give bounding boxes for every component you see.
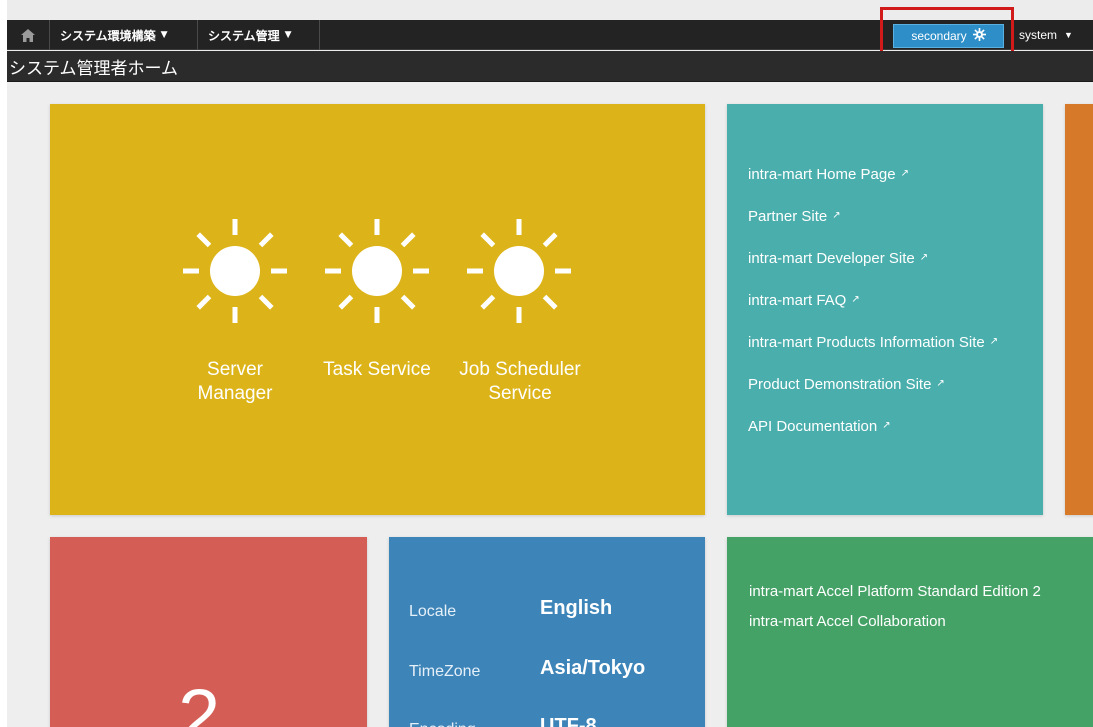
product-item: intra-mart Accel Platform Standard Editi…: [749, 583, 1041, 600]
caret-down-icon: ▼: [160, 30, 168, 40]
products-tile: intra-mart Accel Platform Standard Editi…: [727, 537, 1093, 727]
services-tile: Server Manager Task Service Job Schedule…: [50, 104, 705, 515]
menu-system-admin[interactable]: システム管理 ▼: [198, 20, 292, 50]
service-task-service[interactable]: Task Service: [307, 216, 447, 382]
locale-key: Locale: [409, 603, 457, 620]
service-label: Task Service: [323, 359, 431, 380]
link-developer-site[interactable]: intra-mart Developer Site ↗: [748, 248, 1018, 269]
timezone-value: Asia/Tokyo: [540, 657, 646, 679]
link-label: Partner Site: [748, 208, 828, 225]
link-home-page[interactable]: intra-mart Home Page ↗: [748, 164, 1018, 185]
orange-tile[interactable]: [1065, 104, 1093, 515]
external-link-icon: ↗: [851, 294, 860, 305]
external-link-icon: ↗: [882, 420, 891, 431]
product-item: intra-mart Accel Collaboration: [749, 613, 946, 630]
locale-row: Locale English: [409, 597, 699, 627]
external-link-icon: ↗: [832, 210, 841, 221]
external-link-icon: ↗: [919, 252, 929, 263]
link-label: intra-mart Home Page: [748, 166, 896, 183]
links-tile: intra-mart Home Page ↗ Partner Site ↗ intr…: [727, 104, 1043, 515]
link-partner-site[interactable]: Partner Site ↗: [748, 206, 1018, 227]
highlight-box: [880, 7, 1014, 55]
external-link-icon: ↗: [900, 168, 909, 179]
service-server-manager[interactable]: Server Manager: [165, 216, 305, 406]
count-value: 2: [178, 674, 221, 727]
app-frame: システム環境構築 ▼ システム管理 ▼ secondary system ▼ シ…: [7, 0, 1093, 727]
menu-divider: [319, 20, 320, 50]
link-label: intra-mart Products Information Site: [748, 334, 985, 351]
sun-icon: [467, 219, 571, 323]
service-label: Job Scheduler Service: [459, 359, 581, 404]
external-link-icon: ↗: [936, 378, 945, 389]
user-menu[interactable]: system ▼: [1019, 20, 1073, 50]
encoding-key: Encoding: [409, 721, 476, 727]
home-icon[interactable]: [7, 20, 49, 50]
encoding-value: UTF-8: [540, 715, 597, 727]
locale-value: English: [540, 597, 613, 619]
page-title: システム管理者ホーム: [7, 51, 1093, 82]
timezone-row: TimeZone Asia/Tokyo: [409, 657, 699, 687]
link-label: intra-mart Developer Site: [748, 250, 915, 267]
link-label: Product Demonstration Site: [748, 376, 932, 393]
link-products-info[interactable]: intra-mart Products Information Site ↗: [748, 332, 1018, 353]
menu-label: システム管理: [208, 28, 280, 43]
sun-icon: [325, 219, 429, 323]
menu-label: システム環境構築: [60, 28, 156, 43]
link-faq[interactable]: intra-mart FAQ ↗: [748, 290, 1018, 311]
menu-system-environment[interactable]: システム環境構築 ▼: [50, 20, 168, 50]
link-label: API Documentation: [748, 418, 878, 435]
service-job-scheduler[interactable]: Job Scheduler Service: [449, 216, 589, 406]
service-label: Server Manager: [197, 359, 273, 404]
timezone-key: TimeZone: [409, 663, 481, 680]
portal-content: Server Manager Task Service Job Schedule…: [7, 82, 1093, 727]
external-link-icon: ↗: [989, 336, 999, 347]
link-label: intra-mart FAQ: [748, 292, 847, 309]
sun-icon: [183, 219, 287, 323]
link-product-demo[interactable]: Product Demonstration Site ↗: [748, 374, 1018, 395]
locale-tile: Locale English TimeZone Asia/Tokyo Encod…: [389, 537, 705, 727]
external-links-list: intra-mart Home Page ↗ Partner Site ↗ intr…: [748, 164, 1018, 458]
encoding-row: Encoding UTF-8: [409, 715, 699, 727]
caret-down-icon: ▼: [1064, 30, 1073, 40]
count-tile[interactable]: 2: [50, 537, 367, 727]
user-name: system: [1019, 28, 1058, 42]
installed-products-list: intra-mart Accel Platform Standard Editi…: [749, 582, 1041, 642]
link-api-docs[interactable]: API Documentation ↗: [748, 416, 1018, 437]
caret-down-icon: ▼: [284, 30, 292, 40]
